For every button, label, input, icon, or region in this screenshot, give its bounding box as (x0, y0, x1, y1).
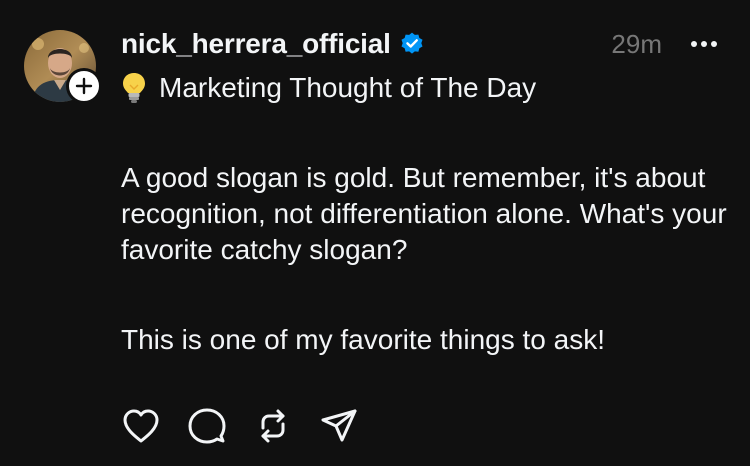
author-avatar-container (24, 30, 102, 104)
post-headline: Marketing Thought of The Day (121, 70, 731, 106)
post-paragraph: This is one of my favorite things to ask… (121, 324, 605, 355)
share-icon (321, 409, 357, 442)
reply-button[interactable] (185, 404, 229, 448)
post-timestamp: 29m (611, 29, 662, 59)
lightbulb-icon (123, 73, 145, 103)
share-button[interactable] (317, 404, 361, 448)
post-header: nick_herrera_official (121, 26, 425, 62)
post-content: Marketing Thought of The Day A good slog… (121, 70, 731, 358)
heart-icon (123, 409, 159, 443)
post-actions (119, 404, 383, 448)
headline-text: Marketing Thought of The Day (159, 72, 537, 103)
more-horizontal-icon (691, 41, 717, 47)
verified-badge-icon (401, 32, 423, 54)
post-paragraph: A good slogan is gold. But remember, it'… (121, 162, 727, 265)
comment-icon (188, 408, 226, 444)
repost-icon (261, 409, 285, 443)
author-username[interactable]: nick_herrera_official (121, 28, 391, 60)
repost-button[interactable] (251, 404, 295, 448)
follow-button[interactable] (66, 68, 102, 104)
like-button[interactable] (119, 404, 163, 448)
plus-icon (75, 77, 93, 95)
more-options-button[interactable] (688, 28, 720, 60)
